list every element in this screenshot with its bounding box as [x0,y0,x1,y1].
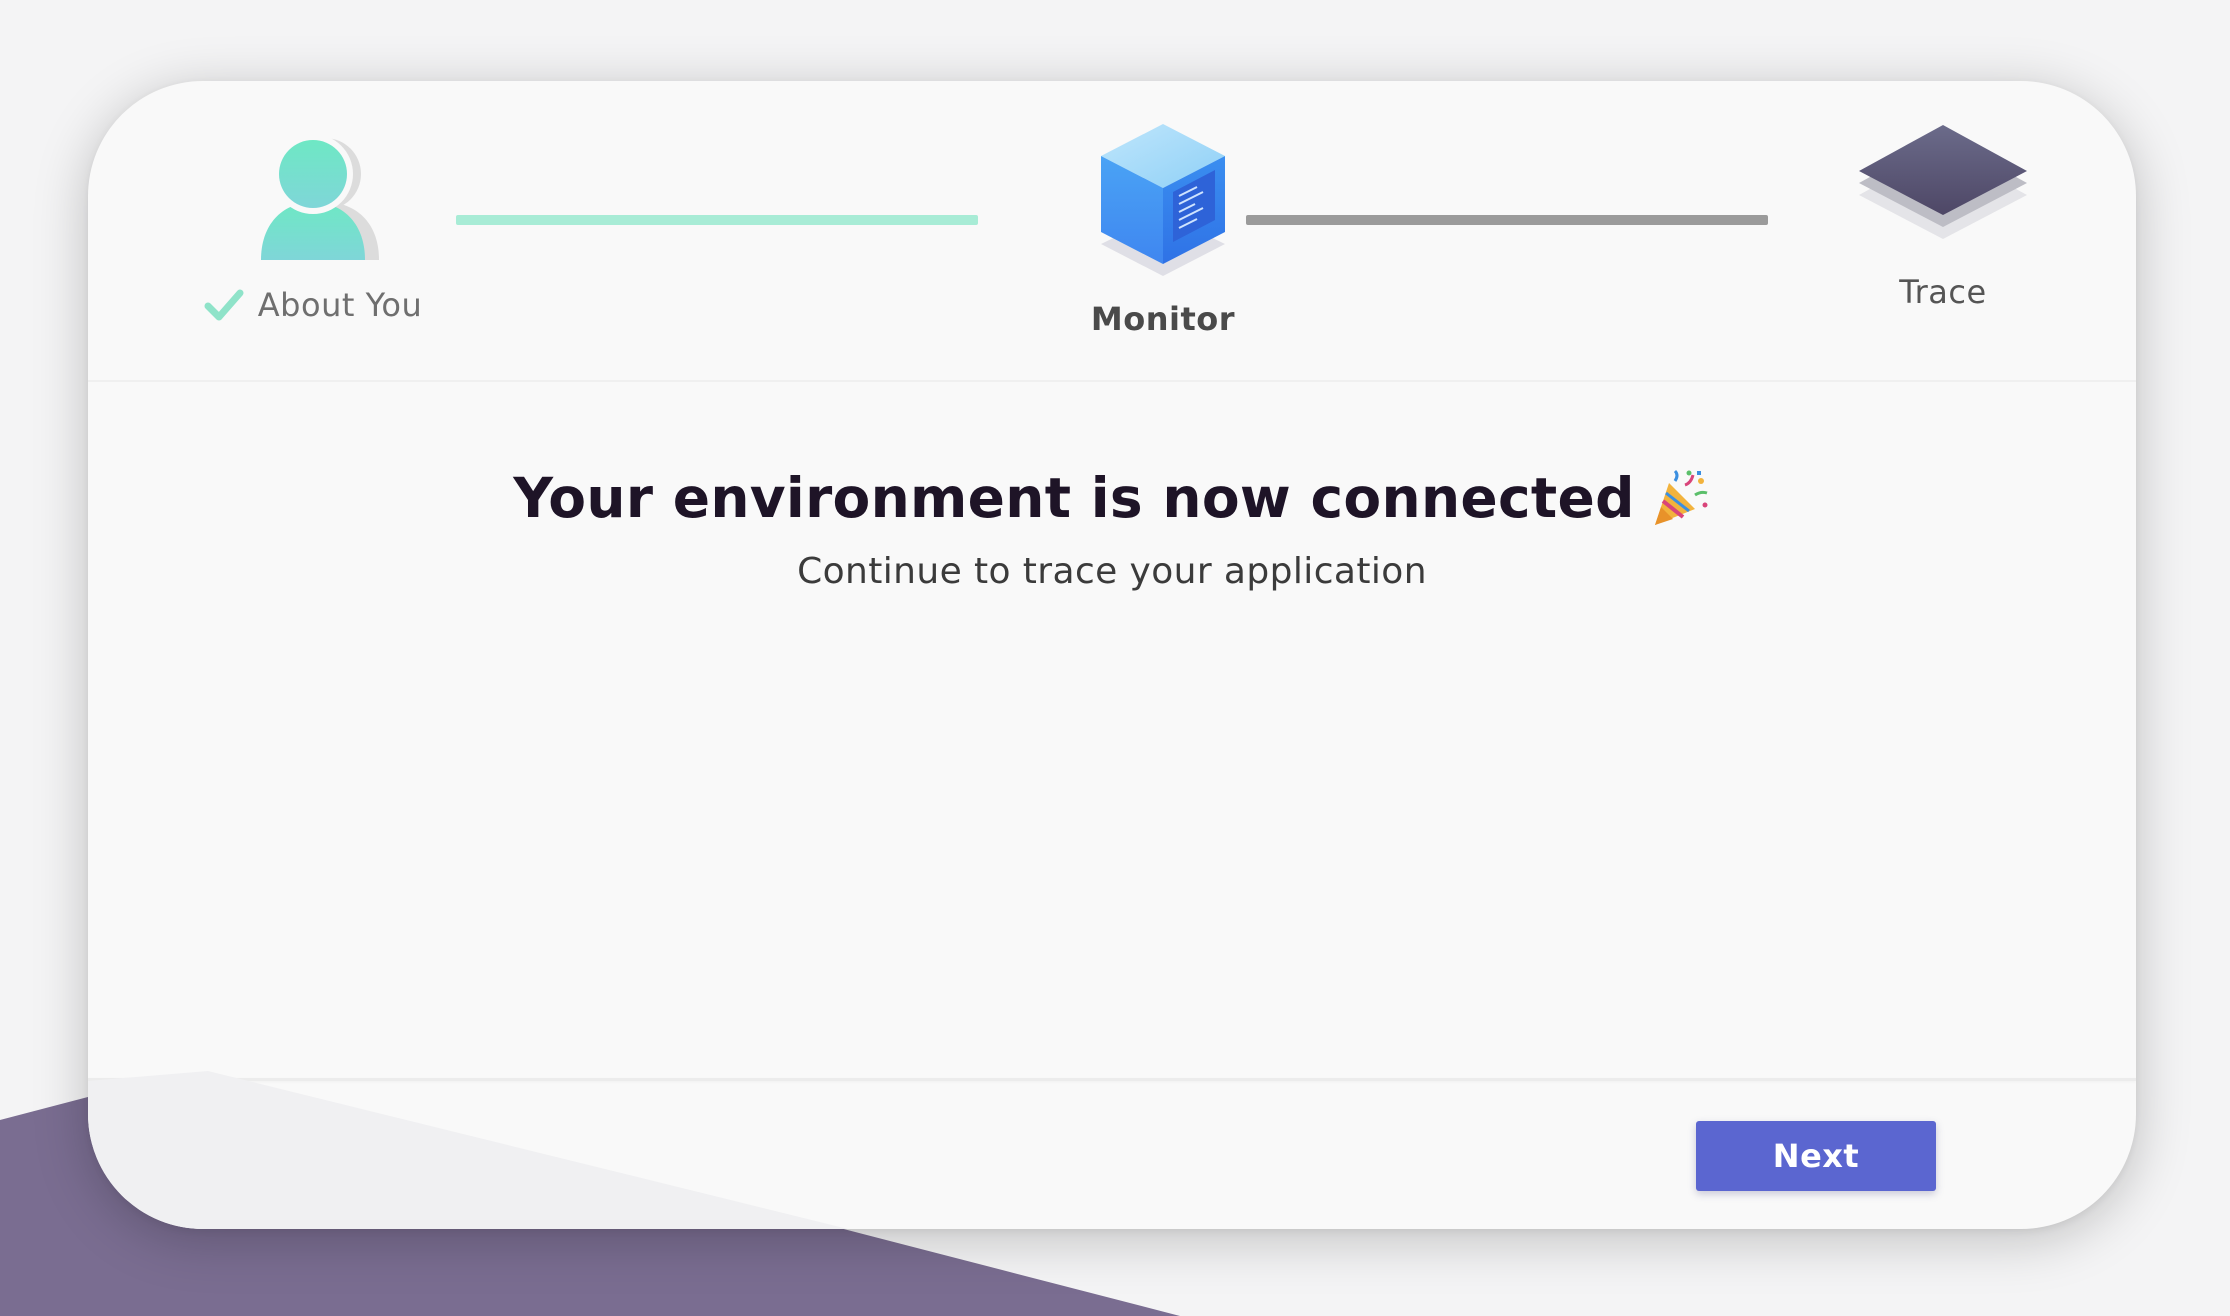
step-about-you[interactable]: About You [188,136,438,324]
layers-icon [1853,121,2033,251]
footer-divider [88,1078,2136,1081]
checkmark-icon [204,288,244,322]
header-divider [88,380,2136,382]
step-connector-upcoming [1246,215,1768,225]
page-title: Your environment is now connected [513,466,1635,530]
success-message: Your environment is now connected [88,466,2136,530]
step-label-about-you: About You [257,286,423,324]
user-avatar-icon [243,136,383,266]
onboarding-card: About You Monitor Trace Your environment… [88,81,2136,1229]
cube-icon [1093,116,1233,286]
party-popper-icon [1649,467,1711,529]
step-label-monitor: Monitor [1090,300,1236,338]
step-trace[interactable]: Trace [1788,121,2098,311]
step-connector-completed [456,215,978,225]
page-subtitle: Continue to trace your application [797,551,1427,592]
step-label-trace: Trace [1899,273,1987,311]
next-button[interactable]: Next [1696,1121,1936,1191]
step-monitor[interactable]: Monitor [1008,116,1318,338]
